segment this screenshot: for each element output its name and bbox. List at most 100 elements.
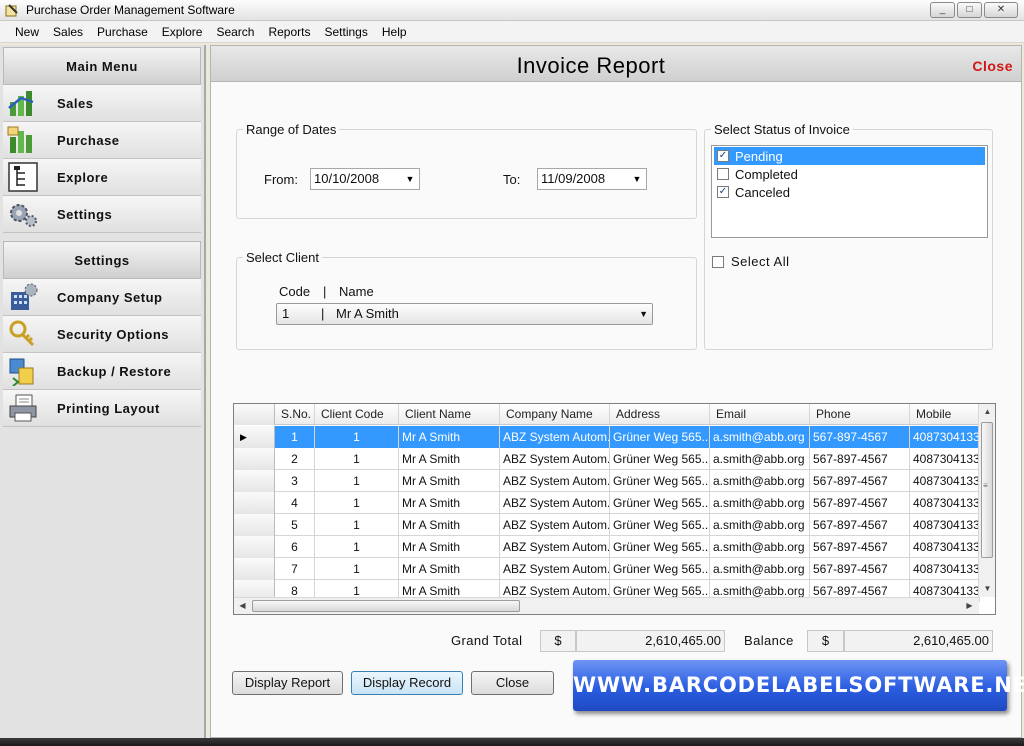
- menu-search[interactable]: Search: [209, 25, 261, 39]
- sidebar-item-settings[interactable]: Settings: [3, 196, 201, 233]
- cell-email[interactable]: a.smith@abb.org: [710, 492, 810, 514]
- cell-client-name[interactable]: Mr A Smith: [399, 536, 500, 558]
- cell-company-name[interactable]: ABZ System Autom...: [500, 514, 610, 536]
- status-item-completed[interactable]: Completed: [714, 165, 985, 183]
- maximize-button[interactable]: □: [957, 2, 982, 18]
- cell-email[interactable]: a.smith@abb.org: [710, 514, 810, 536]
- horizontal-scrollbar[interactable]: ◀ ▶: [234, 597, 979, 614]
- horizontal-scroll-thumb[interactable]: [252, 600, 520, 612]
- canceled-checkbox[interactable]: ✓: [717, 186, 729, 198]
- menu-help[interactable]: Help: [375, 25, 414, 39]
- cell-company-name[interactable]: ABZ System Autom...: [500, 470, 610, 492]
- select-all-checkbox[interactable]: [712, 255, 724, 268]
- chevron-down-icon[interactable]: ▼: [403, 169, 417, 189]
- cell-company-name[interactable]: ABZ System Autom...: [500, 536, 610, 558]
- cell-client-code[interactable]: 1: [315, 448, 399, 470]
- sidebar-item-explore[interactable]: Explore: [3, 159, 201, 196]
- cell-email[interactable]: a.smith@abb.org: [710, 536, 810, 558]
- cell-client-code[interactable]: 1: [315, 470, 399, 492]
- cell-mobile[interactable]: 4087304133: [910, 470, 980, 492]
- to-date-picker[interactable]: 11/09/2008 ▼: [537, 168, 647, 190]
- cell-phone[interactable]: 567-897-4567: [810, 492, 910, 514]
- cell-client-code[interactable]: 1: [315, 492, 399, 514]
- sidebar-item-company-setup[interactable]: Company Setup: [3, 279, 201, 316]
- table-row[interactable]: ▶ 1 1 Mr A Smith ABZ System Autom... Grüner W…: [234, 426, 980, 448]
- cell-phone[interactable]: 567-897-4567: [810, 514, 910, 536]
- cell-client-name[interactable]: Mr A Smith: [399, 470, 500, 492]
- cell-client-name[interactable]: Mr A Smith: [399, 514, 500, 536]
- column-header-address[interactable]: Address: [610, 404, 710, 425]
- row-header[interactable]: [234, 514, 275, 536]
- row-header[interactable]: [234, 470, 275, 492]
- status-item-canceled[interactable]: ✓ Canceled: [714, 183, 985, 201]
- row-header[interactable]: [234, 448, 275, 470]
- close-button[interactable]: Close: [471, 671, 554, 695]
- chevron-down-icon[interactable]: ▼: [630, 169, 644, 189]
- cell-address[interactable]: Grüner Weg 565...: [610, 470, 710, 492]
- vertical-scroll-thumb[interactable]: ≡: [981, 422, 993, 558]
- cell-phone[interactable]: 567-897-4567: [810, 536, 910, 558]
- client-select[interactable]: 1 | Mr A Smith ▼: [276, 303, 653, 325]
- cell-mobile[interactable]: 4087304133: [910, 514, 980, 536]
- sidebar-item-purchase[interactable]: Purchase: [3, 122, 201, 159]
- chevron-down-icon[interactable]: ▼: [639, 304, 648, 324]
- table-row[interactable]: 5 1 Mr A Smith ABZ System Autom... Grüner We…: [234, 514, 980, 536]
- display-record-button[interactable]: Display Record: [351, 671, 463, 695]
- minimize-button[interactable]: _: [930, 2, 955, 18]
- cell-client-name[interactable]: Mr A Smith: [399, 558, 500, 580]
- cell-phone[interactable]: 567-897-4567: [810, 470, 910, 492]
- table-row[interactable]: 3 1 Mr A Smith ABZ System Autom... Grüner We…: [234, 470, 980, 492]
- cell-company-name[interactable]: ABZ System Autom...: [500, 448, 610, 470]
- cell-sno[interactable]: 2: [275, 448, 315, 470]
- cell-address[interactable]: Grüner Weg 565...: [610, 492, 710, 514]
- cell-company-name[interactable]: ABZ System Autom...: [500, 492, 610, 514]
- display-report-button[interactable]: Display Report: [232, 671, 343, 695]
- row-header[interactable]: ▶: [234, 426, 275, 448]
- row-header[interactable]: [234, 558, 275, 580]
- cell-client-code[interactable]: 1: [315, 426, 399, 448]
- row-header[interactable]: [234, 492, 275, 514]
- scroll-left-icon[interactable]: ◀: [235, 601, 250, 610]
- cell-mobile[interactable]: 4087304133: [910, 536, 980, 558]
- cell-sno[interactable]: 5: [275, 514, 315, 536]
- cell-mobile[interactable]: 4087304133: [910, 426, 980, 448]
- cell-company-name[interactable]: ABZ System Autom...: [500, 558, 610, 580]
- pending-checkbox[interactable]: ✓: [717, 150, 729, 162]
- select-all-option[interactable]: Select All: [711, 254, 789, 269]
- cell-email[interactable]: a.smith@abb.org: [710, 558, 810, 580]
- cell-address[interactable]: Grüner Weg 565...: [610, 536, 710, 558]
- sidebar-item-sales[interactable]: Sales: [3, 85, 201, 122]
- sidebar-item-backup-restore[interactable]: Backup / Restore: [3, 353, 201, 390]
- cell-sno[interactable]: 4: [275, 492, 315, 514]
- cell-address[interactable]: Grüner Weg 565...: [610, 426, 710, 448]
- close-window-button[interactable]: ✕: [984, 2, 1018, 18]
- cell-phone[interactable]: 567-897-4567: [810, 448, 910, 470]
- cell-sno[interactable]: 1: [275, 426, 315, 448]
- menu-reports[interactable]: Reports: [261, 25, 317, 39]
- header-close-link[interactable]: Close: [972, 58, 1013, 74]
- sidebar-item-printing-layout[interactable]: Printing Layout: [3, 390, 201, 427]
- status-item-pending[interactable]: ✓ Pending: [714, 147, 985, 165]
- cell-mobile[interactable]: 4087304133: [910, 448, 980, 470]
- scroll-down-icon[interactable]: ▼: [980, 584, 995, 593]
- cell-address[interactable]: Grüner Weg 565...: [610, 448, 710, 470]
- cell-phone[interactable]: 567-897-4567: [810, 426, 910, 448]
- cell-client-name[interactable]: Mr A Smith: [399, 426, 500, 448]
- column-header-email[interactable]: Email: [710, 404, 810, 425]
- menu-purchase[interactable]: Purchase: [90, 25, 155, 39]
- column-header-sno[interactable]: S.No.: [275, 404, 315, 425]
- cell-address[interactable]: Grüner Weg 565...: [610, 514, 710, 536]
- cell-client-code[interactable]: 1: [315, 514, 399, 536]
- table-row[interactable]: 7 1 Mr A Smith ABZ System Autom... Grüner We…: [234, 558, 980, 580]
- column-header-company-name[interactable]: Company Name: [500, 404, 610, 425]
- cell-company-name[interactable]: ABZ System Autom...: [500, 426, 610, 448]
- cell-email[interactable]: a.smith@abb.org: [710, 426, 810, 448]
- sidebar-item-security-options[interactable]: Security Options: [3, 316, 201, 353]
- menu-sales[interactable]: Sales: [46, 25, 90, 39]
- cell-client-code[interactable]: 1: [315, 558, 399, 580]
- cell-client-name[interactable]: Mr A Smith: [399, 448, 500, 470]
- menu-explore[interactable]: Explore: [155, 25, 210, 39]
- column-header-client-code[interactable]: Client Code: [315, 404, 399, 425]
- cell-client-code[interactable]: 1: [315, 536, 399, 558]
- column-header-phone[interactable]: Phone: [810, 404, 910, 425]
